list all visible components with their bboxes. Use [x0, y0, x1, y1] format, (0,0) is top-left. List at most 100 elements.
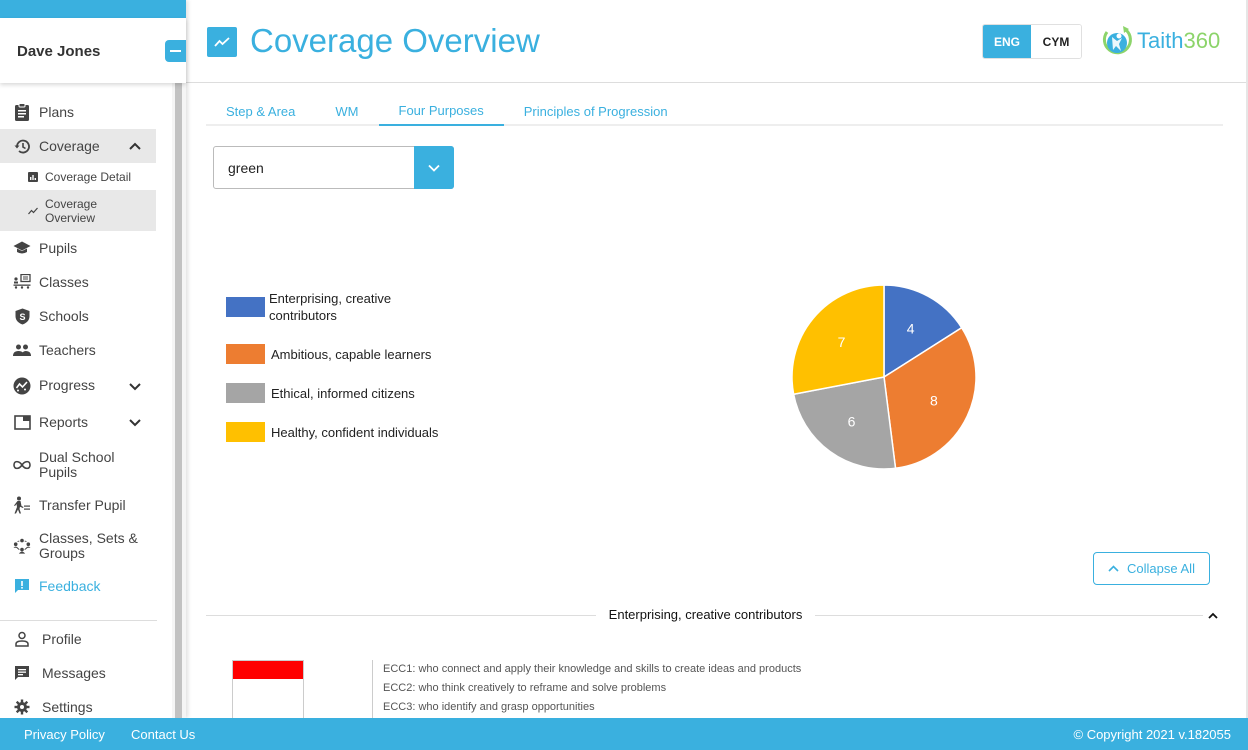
app: Dave Jones Plans Coverage Coverage Detai… — [0, 0, 1248, 750]
pie-slice-label: 6 — [848, 414, 856, 430]
section-divider-left — [206, 615, 596, 616]
description-item: ECC3: who identify and grasp opportuniti… — [383, 701, 595, 713]
transfer-icon — [13, 496, 31, 514]
copyright-text: © Copyright 2021 v.182055 — [1073, 727, 1232, 742]
lang-cym-button[interactable]: CYM — [1031, 25, 1081, 58]
pie-slice-label: 4 — [907, 321, 915, 337]
logo-text-part2: 360 — [1183, 28, 1221, 53]
sidebar-item-label: Schools — [39, 307, 89, 324]
tab-step-area[interactable]: Step & Area — [206, 96, 315, 126]
sidebar-subitem-label: Coverage Detail — [45, 169, 132, 184]
sidebar-item-feedback[interactable]: Feedback — [0, 572, 156, 600]
sidebar-item-classes-sets-groups[interactable]: Classes, Sets & Groups — [0, 520, 156, 572]
section-title: Enterprising, creative contributors — [608, 607, 803, 622]
language-toggle: ENG CYM — [982, 24, 1082, 59]
logo-text: Taith360 — [1137, 28, 1220, 54]
sidebar-subitem-coverage-overview[interactable]: Coverage Overview — [0, 190, 156, 231]
section-collapse-chevron-icon[interactable] — [1207, 610, 1219, 622]
tab-principles-of-progression[interactable]: Principles of Progression — [504, 96, 688, 126]
sidebar-item-label: Teachers — [39, 341, 96, 358]
description-divider — [372, 660, 373, 718]
sidebar-item-plans[interactable]: Plans — [0, 95, 156, 129]
sidebar-item-pupils[interactable]: Pupils — [0, 231, 156, 265]
filter-select[interactable]: green — [213, 146, 454, 189]
sidebar-item-label: Profile — [42, 630, 82, 647]
privacy-policy-link[interactable]: Privacy Policy — [24, 727, 105, 742]
clipboard-icon — [13, 103, 31, 121]
legend-swatch — [226, 383, 265, 403]
progress-icon — [13, 377, 31, 395]
section-descriptions: ECC1: who connect and apply their knowle… — [383, 662, 801, 719]
sidebar-item-label: Coverage — [39, 137, 100, 154]
sidebar-subitem-coverage-detail[interactable]: Coverage Detail — [0, 163, 156, 190]
sidebar-item-schools[interactable]: S Schools — [0, 299, 156, 333]
sidebar-item-messages[interactable]: Messages — [0, 656, 156, 690]
legend-label: Ethical, informed citizens — [271, 386, 415, 401]
sidebar-item-label: Classes — [39, 273, 89, 290]
user-name: Dave Jones — [17, 43, 101, 60]
chevron-up-icon — [129, 142, 141, 150]
collapse-sidebar-button[interactable] — [165, 40, 186, 62]
sidebar-item-reports[interactable]: Reports — [0, 404, 156, 440]
sidebar-nav: Plans Coverage Coverage Detail Coverage … — [0, 95, 156, 600]
graduation-cap-icon — [13, 239, 31, 257]
legend-item: Ambitious, capable learners — [226, 344, 431, 364]
classroom-icon — [13, 273, 31, 291]
sidebar-item-dual-school-pupils[interactable]: Dual School Pupils — [0, 440, 156, 490]
sidebar-scrollbar-thumb[interactable] — [175, 83, 182, 718]
coverage-indicator — [232, 660, 304, 718]
svg-text:S: S — [19, 312, 25, 322]
pie-chart: 4 8 6 7 — [791, 284, 977, 470]
sidebar-item-label: Classes, Sets & Groups — [39, 530, 138, 561]
groups-icon — [13, 537, 31, 555]
tab-wm[interactable]: WM — [315, 96, 378, 126]
chevron-up-icon — [1108, 565, 1119, 572]
section-divider-right — [815, 615, 1203, 616]
sidebar-item-progress[interactable]: Progress — [0, 367, 156, 404]
sidebar-item-teachers[interactable]: Teachers — [0, 333, 156, 367]
tab-bar: Step & Area WM Four Purposes Principles … — [206, 96, 1223, 126]
legend-label: Ambitious, capable learners — [271, 347, 432, 362]
legend-item: Enterprising, creative contributors — [226, 290, 409, 324]
sidebar: Dave Jones Plans Coverage Coverage Detai… — [0, 0, 186, 718]
filter-select-toggle[interactable] — [414, 146, 454, 189]
contact-us-link[interactable]: Contact Us — [131, 727, 195, 742]
history-icon — [13, 137, 31, 155]
person-icon — [13, 630, 31, 648]
sidebar-item-transfer-pupil[interactable]: Transfer Pupil — [0, 490, 156, 520]
chevron-down-icon — [428, 164, 440, 172]
pie-slice-label: 8 — [930, 393, 938, 409]
sidebar-item-label: Settings — [42, 698, 93, 715]
sidebar-item-profile[interactable]: Profile — [0, 622, 156, 656]
legend-label: Healthy, confident individuals — [271, 425, 439, 440]
collapse-all-label: Collapse All — [1127, 561, 1195, 576]
logo-mark-icon — [1102, 26, 1132, 55]
logo-text-part1: Taith — [1137, 28, 1184, 53]
legend-item: Ethical, informed citizens — [226, 383, 415, 403]
reports-icon — [13, 413, 31, 431]
coverage-indicator-fill — [233, 661, 303, 679]
sidebar-item-classes[interactable]: Classes — [0, 265, 156, 299]
legend-item: Healthy, confident individuals — [226, 422, 438, 442]
pie-slice-label: 7 — [838, 334, 846, 350]
sidebar-item-coverage[interactable]: Coverage — [0, 129, 156, 163]
sidebar-item-label: Pupils — [39, 239, 78, 256]
bar-chart-icon — [28, 171, 38, 182]
chevron-down-icon — [129, 382, 141, 390]
user-block: Dave Jones — [0, 18, 186, 83]
sidebar-item-label: Plans — [39, 103, 75, 120]
tab-four-purposes[interactable]: Four Purposes — [378, 96, 504, 126]
lang-eng-button[interactable]: ENG — [983, 25, 1031, 58]
sidebar-bottom-nav: Profile Messages Settings — [0, 622, 156, 724]
sidebar-topbar — [0, 0, 186, 18]
collapse-all-button[interactable]: Collapse All — [1093, 552, 1210, 585]
page-title: Coverage Overview — [250, 22, 540, 59]
gear-icon — [13, 698, 31, 716]
message-icon — [13, 664, 31, 682]
sidebar-item-label: Progress — [39, 377, 96, 393]
sidebar-item-label: Messages — [42, 664, 106, 681]
filter-select-value: green — [228, 160, 264, 176]
page-header: Coverage Overview ENG CYM Taith360 — [186, 0, 1246, 83]
infinity-icon — [13, 456, 31, 474]
description-item: ECC2: who think creatively to reframe an… — [383, 682, 667, 694]
